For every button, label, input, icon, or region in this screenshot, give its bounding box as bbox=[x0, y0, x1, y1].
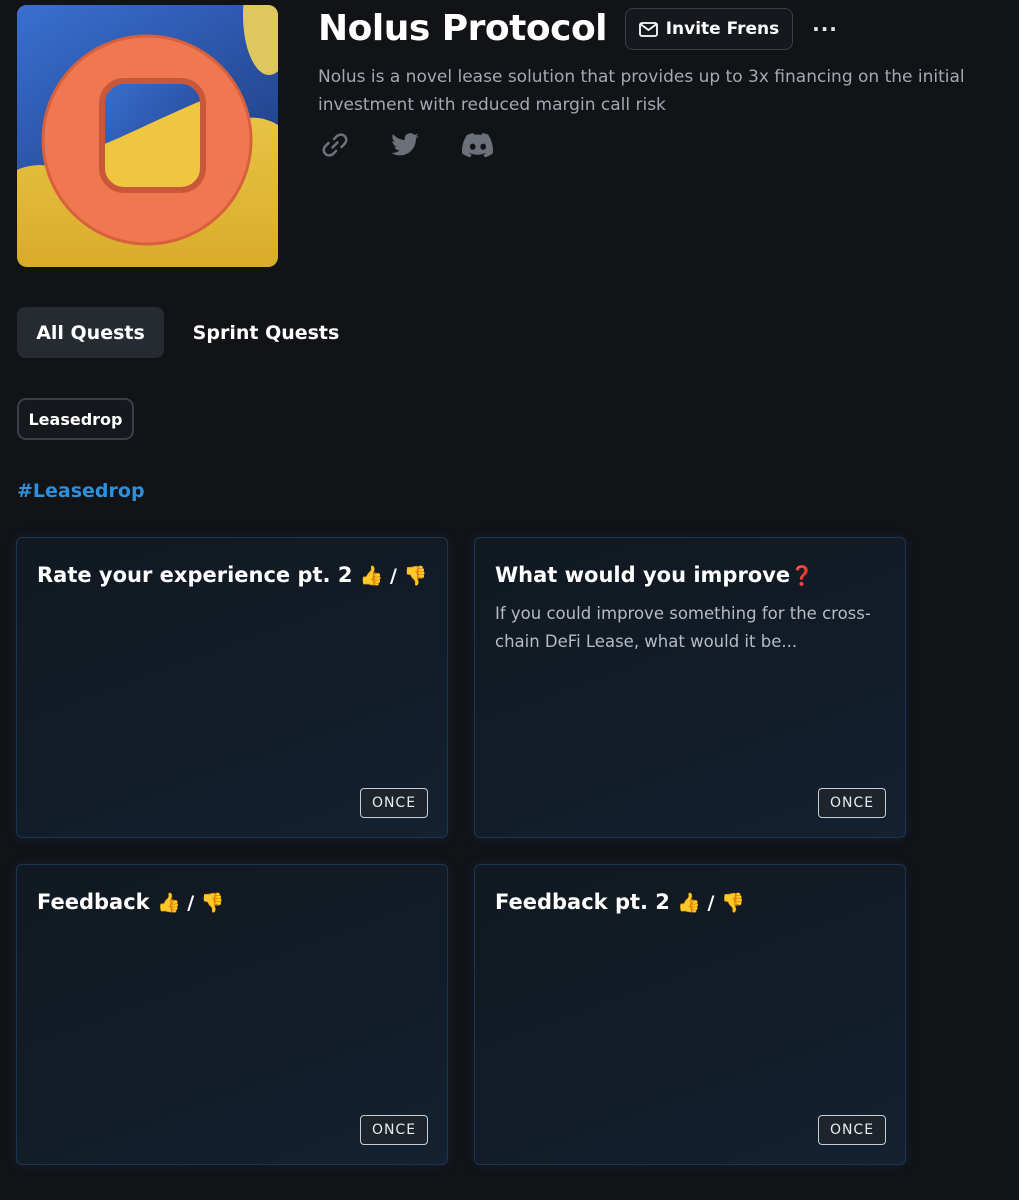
section-heading[interactable]: #Leasedrop bbox=[17, 480, 145, 502]
frequency-badge: ONCE bbox=[360, 1115, 428, 1145]
frequency-badge: ONCE bbox=[818, 788, 886, 818]
project-page: Nolus Protocol Invite Frens ··· Nolus is… bbox=[0, 0, 1019, 1200]
tab-all-quests[interactable]: All Quests bbox=[17, 307, 164, 358]
thumbs-up-down-icon: 👍 / 👎 bbox=[359, 565, 428, 587]
twitter-icon[interactable] bbox=[390, 130, 420, 160]
project-title: Nolus Protocol bbox=[318, 8, 608, 49]
quest-title: Feedback 👍 / 👎 bbox=[37, 887, 433, 918]
quest-title: What would you improve❓ bbox=[495, 560, 891, 591]
frequency-badge: ONCE bbox=[818, 1115, 886, 1145]
tab-sprint-quests[interactable]: Sprint Quests bbox=[178, 307, 354, 358]
thumbs-up-down-icon: 👍 / 👎 bbox=[156, 892, 225, 914]
quest-title: Rate your experience pt. 2 👍 / 👎 bbox=[37, 560, 433, 591]
quest-title-text: Feedback bbox=[37, 890, 150, 914]
more-options-button[interactable]: ··· bbox=[805, 12, 845, 46]
quest-card[interactable]: Feedback 👍 / 👎 ONCE bbox=[16, 864, 448, 1165]
invite-frens-button[interactable]: Invite Frens bbox=[625, 8, 793, 50]
quest-card[interactable]: Feedback pt. 2 👍 / 👎 ONCE bbox=[474, 864, 906, 1165]
filter-chip-leasedrop[interactable]: Leasedrop bbox=[17, 398, 134, 440]
quest-card[interactable]: Rate your experience pt. 2 👍 / 👎 ONCE bbox=[16, 537, 448, 838]
invite-frens-label: Invite Frens bbox=[665, 19, 780, 39]
quest-description: If you could improve something for the c… bbox=[495, 604, 871, 651]
thumbs-up-down-icon: 👍 / 👎 bbox=[677, 892, 745, 914]
quest-card[interactable]: What would you improve❓ If you could imp… bbox=[474, 537, 906, 838]
project-logo bbox=[17, 5, 278, 267]
question-mark-icon: ❓ bbox=[790, 565, 814, 587]
quest-title: Feedback pt. 2 👍 / 👎 bbox=[495, 887, 891, 918]
mail-icon bbox=[638, 21, 658, 37]
quest-title-text: Rate your experience pt. 2 bbox=[37, 563, 353, 587]
frequency-badge: ONCE bbox=[360, 788, 428, 818]
quest-title-text: Feedback pt. 2 bbox=[495, 890, 670, 914]
discord-icon[interactable] bbox=[461, 130, 494, 160]
link-icon[interactable] bbox=[320, 130, 350, 160]
project-description: Nolus is a novel lease solution that pro… bbox=[318, 67, 965, 115]
quest-title-text: What would you improve bbox=[495, 563, 791, 587]
